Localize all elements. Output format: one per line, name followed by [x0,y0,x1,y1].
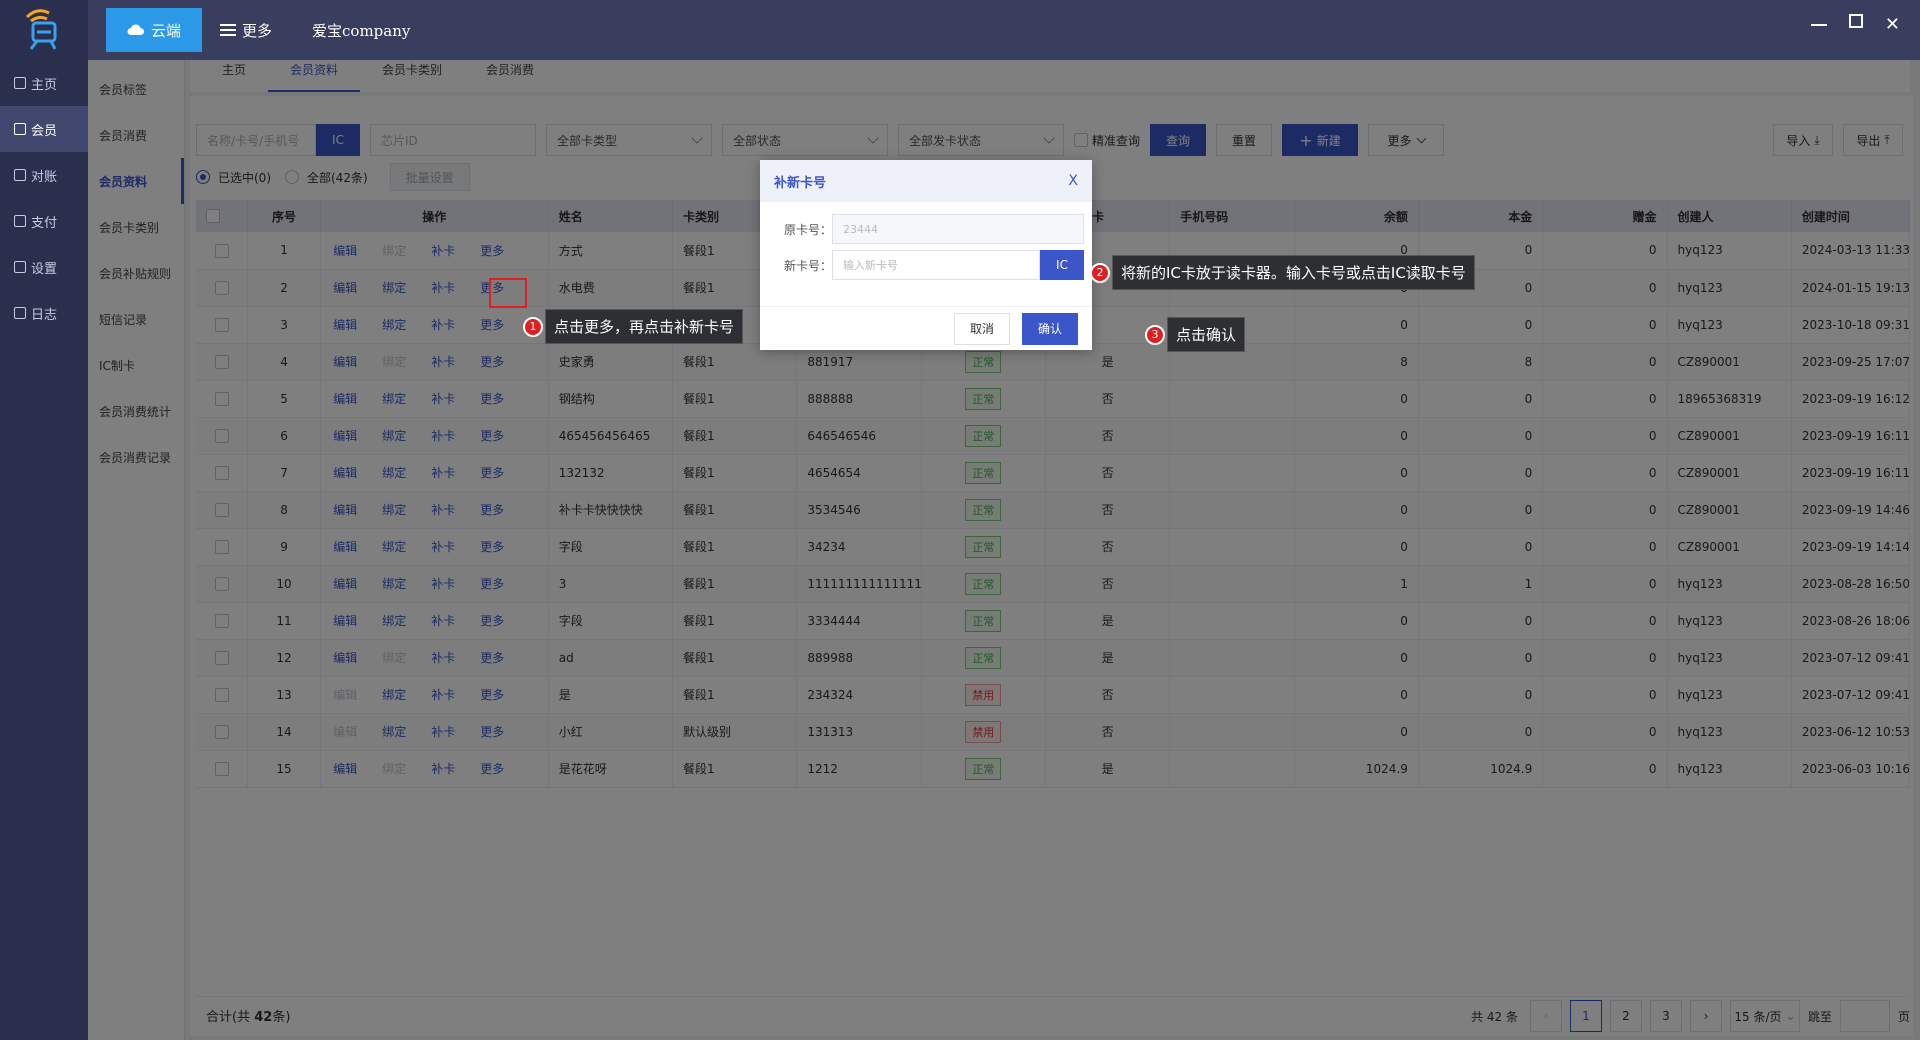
company-name: 爱宝company [312,21,411,40]
cancel-button[interactable]: 取消 [954,312,1010,345]
left-sidebar: 主页会员对账支付设置日志 [0,0,88,1040]
replace-card-dialog: 补新卡号 X 原卡号： 23444 新卡号： 输入新卡号 IC 取消 确认 [760,160,1092,350]
old-card-field: 23444 [832,214,1084,244]
cloud-label: 云端 [150,21,181,40]
tip-text: 点击更多，再点击补新卡号 [545,309,744,344]
dialog-header: 补新卡号 X [760,160,1092,202]
more-highlight-box [489,278,527,308]
window-controls: ✕ [1810,14,1900,35]
tip-badge: 3 [1145,324,1165,345]
payment-icon [14,215,26,227]
minimize-icon[interactable] [1810,24,1827,26]
tip-step-1: 1 点击更多，再点击补新卡号 [523,309,744,344]
left-nav-label: 日志 [31,307,58,323]
menu-icon [220,24,236,36]
old-card-label: 原卡号： [783,222,832,237]
app-logo [0,0,88,60]
new-card-row: 新卡号： 输入新卡号 IC [760,250,1092,280]
left-nav-item[interactable]: 支付 [0,198,88,244]
confirm-button[interactable]: 确认 [1022,312,1078,345]
logo-icon [25,9,57,50]
home-icon [14,77,26,89]
close-icon[interactable]: X [1068,173,1078,189]
dialog-title: 补新卡号 [774,175,827,191]
tip-badge: 2 [1090,262,1110,283]
tip-badge: 1 [523,316,543,337]
left-nav-item[interactable]: 主页 [0,60,88,106]
cloud-button[interactable]: 云端 [106,8,202,52]
left-nav-item[interactable]: 会员 [0,106,88,152]
left-nav-label: 对账 [31,169,58,185]
tip-step-3: 3 点击确认 [1145,317,1246,352]
member-icon [14,123,26,135]
left-nav-item[interactable]: 日志 [0,290,88,336]
tip-text: 将新的IC卡放于读卡器。输入卡号或点击IC读取卡号 [1112,255,1475,290]
reconcile-icon [14,169,26,181]
top-more-label: 更多 [242,21,273,40]
old-card-row: 原卡号： 23444 [760,214,1092,244]
left-nav-label: 支付 [31,215,58,231]
restore-icon[interactable] [1848,14,1863,28]
cloud-icon [127,24,144,35]
left-nav-item[interactable]: 设置 [0,244,88,290]
dialog-ic-button[interactable]: IC [1040,250,1084,280]
top-more-button[interactable]: 更多 [220,20,272,41]
log-icon [14,307,26,319]
tip-text: 点击确认 [1167,317,1246,352]
new-card-input[interactable]: 输入新卡号 [832,250,1040,280]
top-bar: 云端 更多 爱宝company ✕ [88,0,1920,60]
left-nav-label: 主页 [31,77,58,93]
dialog-footer: 取消 确认 [760,306,1092,350]
left-nav-label: 设置 [31,261,58,277]
new-card-label: 新卡号： [783,258,832,273]
close-icon[interactable]: ✕ [1885,14,1900,35]
settings-icon [14,261,26,273]
tip-step-2: 2 将新的IC卡放于读卡器。输入卡号或点击IC读取卡号 [1090,255,1475,290]
left-nav-label: 会员 [31,123,58,139]
left-nav-item[interactable]: 对账 [0,152,88,198]
